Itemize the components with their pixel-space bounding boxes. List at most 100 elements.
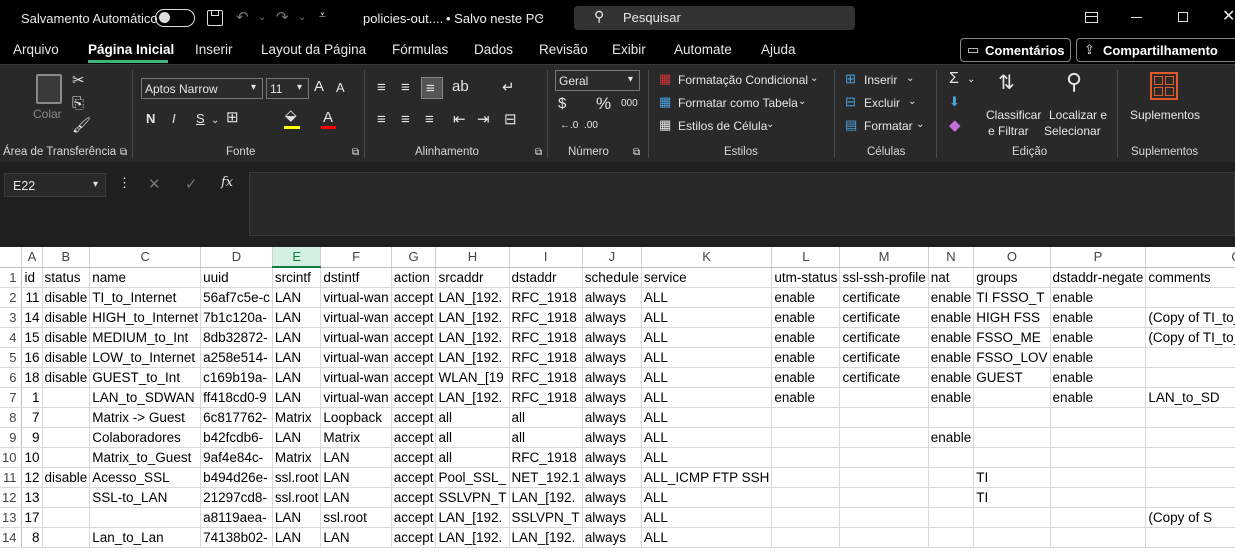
cell[interactable]: disable bbox=[42, 347, 91, 368]
cell[interactable]: a258e514- bbox=[200, 347, 273, 368]
find-select-label-1[interactable]: Localizar e bbox=[1049, 108, 1107, 122]
row-header[interactable]: 4 bbox=[0, 327, 23, 348]
copy-icon[interactable]: ⎘ bbox=[72, 96, 84, 111]
cell[interactable]: MEDIUM_to_Int bbox=[89, 327, 202, 348]
cell[interactable]: RFC_1918 bbox=[509, 387, 583, 408]
clipboard-launcher-icon[interactable]: ⧉ bbox=[120, 148, 127, 158]
cell[interactable]: enable bbox=[771, 347, 841, 368]
cell[interactable]: enable bbox=[928, 327, 975, 348]
clear-icon[interactable]: ◆ bbox=[949, 118, 961, 133]
paste-label[interactable]: Colar bbox=[33, 107, 62, 121]
column-header-h[interactable]: H bbox=[435, 247, 510, 268]
cell[interactable]: b42fcdb6- bbox=[200, 427, 273, 448]
cell[interactable] bbox=[973, 407, 1051, 428]
cell[interactable]: enable bbox=[928, 427, 975, 448]
cell[interactable]: uuid bbox=[200, 267, 273, 288]
shrink-font-icon[interactable]: A bbox=[336, 81, 345, 94]
undo-dropdown-icon[interactable]: ⌄ bbox=[258, 13, 266, 23]
cell[interactable] bbox=[42, 487, 91, 508]
cell[interactable]: certificate bbox=[839, 347, 929, 368]
align-left-icon[interactable]: ≡ bbox=[377, 112, 386, 127]
cell[interactable]: Colaboradores bbox=[89, 427, 202, 448]
cell[interactable] bbox=[1145, 407, 1235, 428]
insert-cells-icon[interactable]: ⊞ bbox=[845, 72, 856, 85]
worksheet-grid[interactable]: ABCDEFGHIJKLMNOPQRS1idstatusnameuuidsrci… bbox=[0, 247, 1235, 553]
cell[interactable]: always bbox=[582, 487, 642, 508]
cell[interactable]: always bbox=[582, 447, 642, 468]
cell[interactable]: all bbox=[435, 447, 510, 468]
cell[interactable]: 56af7c5e-c bbox=[200, 287, 273, 308]
autosave-toggle[interactable] bbox=[155, 9, 195, 27]
cell[interactable]: RFC_1918 bbox=[509, 367, 583, 388]
conditional-formatting-button[interactable]: Formatação Condicional bbox=[678, 73, 808, 87]
cell[interactable]: LAN bbox=[320, 527, 392, 548]
cell[interactable]: Loopback bbox=[320, 407, 392, 428]
cell[interactable]: HIGH FSS bbox=[973, 307, 1051, 328]
cell[interactable]: RFC_1918 bbox=[509, 447, 583, 468]
cell[interactable]: all bbox=[435, 427, 510, 448]
cell[interactable]: all bbox=[435, 407, 510, 428]
cell[interactable] bbox=[1050, 467, 1147, 488]
cell[interactable]: LAN bbox=[272, 307, 322, 328]
share-button[interactable]: ⇪ Compartilhamento bbox=[1076, 38, 1235, 62]
cell[interactable] bbox=[839, 447, 929, 468]
font-launcher-icon[interactable]: ⧉ bbox=[352, 148, 359, 158]
select-all-corner[interactable] bbox=[0, 247, 23, 268]
cell[interactable]: LAN_[192. bbox=[435, 527, 510, 548]
cell[interactable]: LAN bbox=[272, 367, 322, 388]
cell[interactable]: enable bbox=[928, 307, 975, 328]
column-header-f[interactable]: F bbox=[320, 247, 392, 268]
cell[interactable] bbox=[839, 427, 929, 448]
cell[interactable]: always bbox=[582, 347, 642, 368]
row-header[interactable]: 5 bbox=[0, 347, 23, 368]
cell[interactable]: LAN bbox=[272, 507, 322, 528]
cell[interactable]: certificate bbox=[839, 327, 929, 348]
cell[interactable]: ALL bbox=[641, 287, 773, 308]
cell[interactable]: 17 bbox=[21, 507, 43, 528]
cell[interactable]: LAN_[192. bbox=[435, 327, 510, 348]
format-cells-button[interactable]: Formatar bbox=[864, 119, 913, 133]
cell[interactable]: enable bbox=[771, 367, 841, 388]
name-box[interactable]: E22 ▾ bbox=[4, 173, 106, 197]
cell[interactable]: dstaddr-negate bbox=[1050, 267, 1147, 288]
chevron-down-icon[interactable]: ⌄ bbox=[967, 75, 975, 85]
tab-exibir[interactable]: Exibir bbox=[612, 42, 646, 57]
cut-icon[interactable]: ✂ bbox=[72, 73, 85, 88]
align-middle-icon[interactable]: ≡ bbox=[401, 80, 410, 95]
tab-dados[interactable]: Dados bbox=[474, 42, 513, 57]
customize-toolbar-icon[interactable]: ⩡ bbox=[319, 9, 326, 21]
cell[interactable]: RFC_1918 bbox=[509, 287, 583, 308]
cell[interactable] bbox=[1145, 347, 1235, 368]
cell[interactable]: enable bbox=[771, 307, 841, 328]
redo-icon[interactable]: ↷ bbox=[276, 10, 289, 25]
column-header-k[interactable]: K bbox=[641, 247, 773, 268]
cell[interactable]: accept bbox=[391, 407, 437, 428]
alignment-launcher-icon[interactable]: ⧉ bbox=[535, 148, 542, 158]
cell[interactable]: nat bbox=[928, 267, 975, 288]
cell[interactable]: ALL bbox=[641, 507, 773, 528]
cell[interactable]: action bbox=[391, 267, 437, 288]
cell[interactable]: enable bbox=[1050, 327, 1147, 348]
cell[interactable] bbox=[928, 407, 975, 428]
cell[interactable]: 9af4e84c- bbox=[200, 447, 273, 468]
cell[interactable]: 6c817762- bbox=[200, 407, 273, 428]
cell[interactable] bbox=[928, 527, 975, 548]
align-top-icon[interactable]: ≡ bbox=[377, 80, 386, 95]
percent-style-icon[interactable]: % bbox=[596, 95, 611, 112]
search-input[interactable]: Pesquisar bbox=[623, 10, 681, 25]
cell[interactable]: always bbox=[582, 527, 642, 548]
insert-cells-button[interactable]: Inserir bbox=[864, 73, 897, 87]
cell[interactable]: ALL bbox=[641, 487, 773, 508]
row-header[interactable]: 13 bbox=[0, 507, 23, 528]
cell[interactable]: accept bbox=[391, 467, 437, 488]
cell[interactable] bbox=[1145, 487, 1235, 508]
column-header-q[interactable]: Q bbox=[1145, 247, 1235, 268]
cell[interactable]: ALL bbox=[641, 367, 773, 388]
cell[interactable]: ssl.root bbox=[320, 507, 392, 528]
cell[interactable] bbox=[42, 427, 91, 448]
cell[interactable]: LAN bbox=[272, 387, 322, 408]
cell[interactable] bbox=[1145, 527, 1235, 548]
cell[interactable]: LAN_[192. bbox=[509, 527, 583, 548]
cell[interactable]: 16 bbox=[21, 347, 43, 368]
insert-function-icon[interactable]: fx bbox=[221, 176, 233, 189]
